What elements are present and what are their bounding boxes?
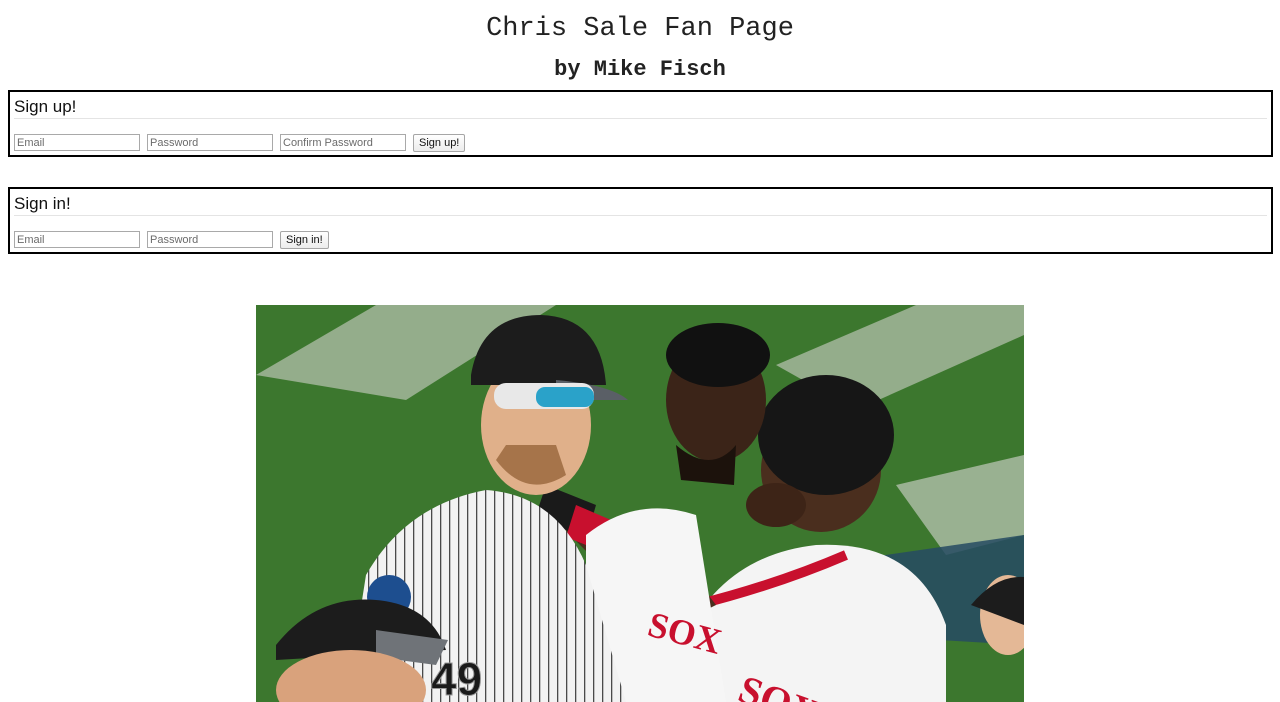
signup-heading: Sign up! — [14, 97, 77, 116]
signin-form: Sign in! Sign in! — [8, 187, 1273, 254]
signin-heading: Sign in! — [14, 194, 71, 213]
signup-divider — [14, 118, 1267, 119]
signin-divider — [14, 215, 1267, 216]
signin-button[interactable]: Sign in! — [280, 231, 329, 249]
signin-password-input[interactable] — [147, 231, 273, 248]
page: Chris Sale Fan Page by Mike Fisch Sign u… — [0, 0, 1280, 702]
signup-confirm-password-input[interactable] — [280, 134, 406, 151]
signup-form: Sign up! Sign up! — [8, 90, 1273, 157]
signup-password-input[interactable] — [147, 134, 273, 151]
jersey-number: 49 — [431, 653, 482, 702]
signup-button[interactable]: Sign up! — [413, 134, 466, 152]
signup-email-input[interactable] — [14, 134, 140, 151]
signin-email-input[interactable] — [14, 231, 140, 248]
page-title: Chris Sale Fan Page — [486, 14, 794, 44]
page-byline: by Mike Fisch — [554, 57, 726, 82]
players-photo: SOX SOX 49 — [256, 305, 1024, 702]
